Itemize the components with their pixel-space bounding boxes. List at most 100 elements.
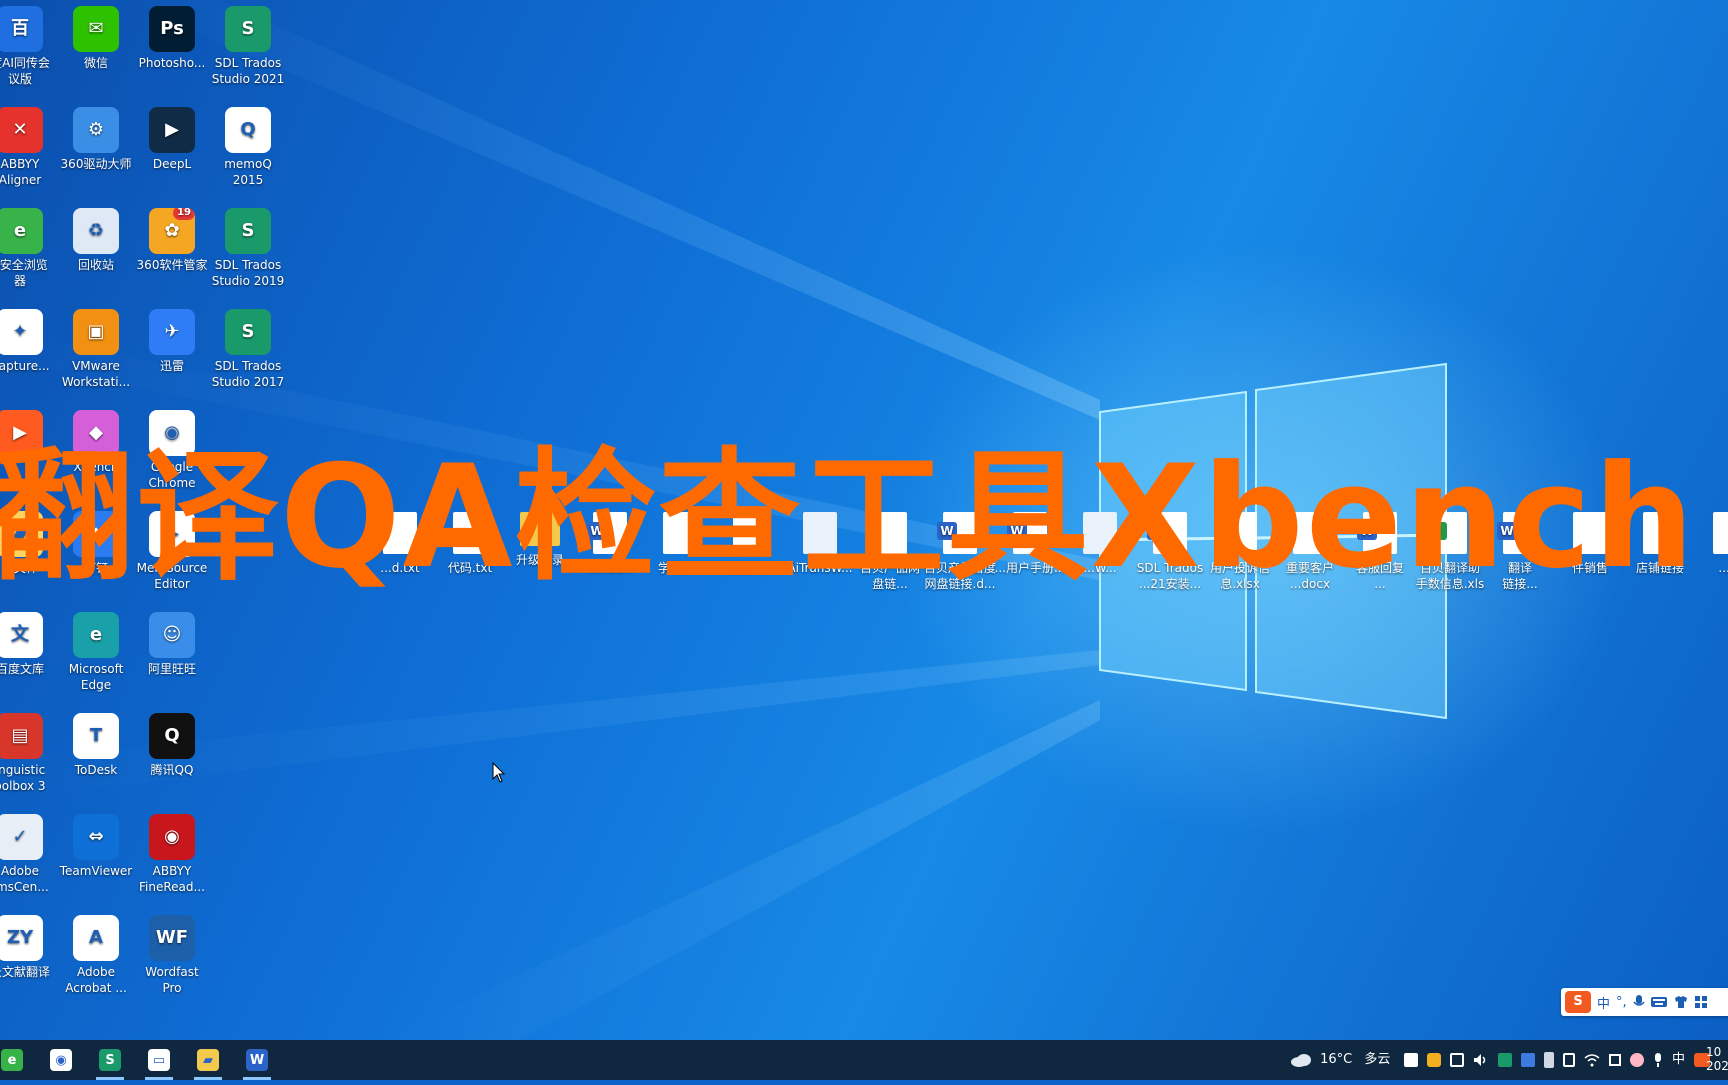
skin-icon[interactable] <box>1673 995 1689 1009</box>
desktop-icon[interactable]: T ToDesk <box>58 709 134 778</box>
desktop-icon[interactable]: S SDL Trados Studio 2019 <box>210 204 286 289</box>
window-icon: ▭ <box>148 1049 170 1071</box>
desktop-icon-label: inguistic oolbox 3 <box>0 763 46 793</box>
taskbar-app-button[interactable]: ▰ <box>188 1044 228 1080</box>
microphone-icon[interactable] <box>1633 994 1645 1010</box>
clock[interactable]: 10 202 <box>1706 1045 1728 1085</box>
desktop-icon[interactable]: ✦ Capture... <box>0 305 58 374</box>
photoshop-icon: Ps <box>149 6 195 52</box>
taskbar-app-button[interactable]: ◉ <box>41 1044 81 1076</box>
tray-microphone-icon[interactable] <box>1653 1053 1663 1067</box>
tray-wps-icon[interactable] <box>1521 1053 1535 1067</box>
wordfast-icon: WF <box>149 915 195 961</box>
tray-app-icon[interactable] <box>1404 1053 1418 1067</box>
desktop-icon[interactable]: Q 腾讯QQ <box>134 709 210 778</box>
recycle-bin-icon: ♻ <box>73 208 119 254</box>
tray-trados-icon[interactable] <box>1498 1053 1512 1067</box>
desktop-icon[interactable]: A Adobe Acrobat ... <box>58 911 134 996</box>
trados-icon: S <box>225 208 271 254</box>
desktop-icon-label: 百度文库 <box>0 662 44 676</box>
desktop-icon[interactable]: S SDL Trados Studio 2017 <box>210 305 286 390</box>
trados-icon: S <box>225 6 271 52</box>
abbyy-aligner-icon: ✕ <box>0 107 43 153</box>
desktop-icon[interactable]: ✕ ABBYY Aligner <box>0 103 58 188</box>
weather-widget[interactable]: 16°C 多云 <box>1290 1040 1390 1080</box>
aliwangwang-icon: ☺ <box>149 612 195 658</box>
ime-lang-toggle[interactable]: 中 <box>1597 993 1610 1012</box>
desktop-icon[interactable]: ✓ Adobe rmsCen... <box>0 810 58 895</box>
weather-temp: 16°C <box>1320 1052 1353 1067</box>
taskbar-app-button[interactable]: W <box>237 1044 277 1080</box>
360-software-icon: ✿ 19 <box>149 208 195 254</box>
desktop-icon[interactable]: ▶ DeepL <box>134 103 210 172</box>
desktop-icon-label: Microsoft Edge <box>68 662 124 692</box>
desktop-icon[interactable]: ♻ 回收站 <box>58 204 134 273</box>
ime-punct-toggle[interactable]: °, <box>1616 995 1627 1010</box>
desktop-icon-label: SDL Trados Studio 2021 <box>211 56 285 86</box>
ime-toolbar[interactable]: S 中 °, <box>1561 988 1728 1016</box>
tray-flower-icon[interactable] <box>1630 1053 1644 1067</box>
desktop-icon-label: ABBYY Aligner <box>0 157 42 187</box>
system-tray: 中 <box>1404 1040 1711 1080</box>
tray-shield-icon[interactable] <box>1427 1053 1441 1067</box>
notification-badge: 19 <box>173 208 195 220</box>
taskbar-app-button[interactable]: ▭ <box>139 1044 179 1080</box>
volume-icon[interactable] <box>1473 1053 1489 1067</box>
desktop-icon-label: Photosho... <box>138 56 206 70</box>
desktop-icon[interactable]: ZY 云文献翻译 <box>0 911 58 980</box>
taskbar-app-button[interactable]: S <box>90 1044 130 1080</box>
desktop-icon[interactable]: ✉ 微信 <box>58 2 134 71</box>
desktop-icon-label: Wordfast Pro <box>145 965 199 995</box>
trados-icon: S <box>225 309 271 355</box>
desktop-icon-label: 阿里旺旺 <box>147 662 196 676</box>
desktop-icon[interactable]: ▣ VMware Workstati... <box>58 305 134 390</box>
tray-network-icon[interactable] <box>1450 1053 1464 1067</box>
video-title-overlay: 翻译QA检查工具Xbench <box>0 438 1697 598</box>
desktop-icon[interactable]: ◉ ABBYY FineRead... <box>134 810 210 895</box>
desktop-icon-label: TeamViewer <box>59 864 133 878</box>
capture-icon: ✦ <box>0 309 43 355</box>
desktop-icon-label: 云文献翻译 <box>0 965 50 979</box>
desktop-icon-label: 0安全浏览 器 <box>0 258 48 288</box>
desktop-icon[interactable]: e Microsoft Edge <box>58 608 134 693</box>
grid-menu-icon[interactable] <box>1694 996 1707 1008</box>
desktop-icon[interactable]: 文百度文库 <box>0 608 58 677</box>
adobe-forms-icon: ✓ <box>0 814 43 860</box>
desktop-icon-label: 腾讯QQ <box>150 763 194 777</box>
deepl-icon: ▶ <box>149 107 195 153</box>
tray-ime-lang[interactable]: 中 <box>1672 1040 1685 1080</box>
word-icon: W <box>246 1049 268 1071</box>
desktop-icon[interactable]: WF Wordfast Pro <box>134 911 210 996</box>
desktop-icon[interactable]: Ps Photosho... <box>134 2 210 71</box>
desktop-icon[interactable]: 百度AI同传会 议版 <box>0 2 58 87</box>
desktop-icon[interactable]: ✿ 19 360软件管家 <box>134 204 210 273</box>
desktop-icon[interactable]: ☺ 阿里旺旺 <box>134 608 210 677</box>
file-explorer-icon: ▰ <box>197 1049 219 1071</box>
desktop-icon[interactable]: S SDL Trados Studio 2021 <box>210 2 286 87</box>
desktop-icon-label: VMware Workstati... <box>61 359 131 389</box>
desktop-icon[interactable]: e 0安全浏览 器 <box>0 204 58 289</box>
desktop-icon-label: Adobe Acrobat ... <box>65 965 127 995</box>
desktop-icon[interactable]: ⇔ TeamViewer <box>58 810 134 879</box>
xunlei-icon: ✈ <box>149 309 195 355</box>
360-browser-icon: e <box>1 1049 23 1071</box>
abbyy-finereader-icon: ◉ <box>149 814 195 860</box>
desktop-icon[interactable]: QmemoQ 2015 <box>210 103 286 188</box>
baidu-wenku-icon: 文 <box>0 612 43 658</box>
tray-device-icon[interactable] <box>1544 1052 1554 1068</box>
wifi-icon[interactable] <box>1584 1053 1600 1067</box>
tray-usb-icon[interactable] <box>1563 1053 1575 1067</box>
desktop-icon[interactable]: ▤ inguistic oolbox 3 <box>0 709 58 794</box>
desktop-icon[interactable]: ⚙ 360驱动大师 <box>58 103 134 172</box>
desktop-icon-label: SDL Trados Studio 2019 <box>211 258 285 288</box>
desktop-icon-label: DeepL <box>152 157 192 171</box>
todesk-icon: T <box>73 713 119 759</box>
tray-window-icon[interactable] <box>1609 1054 1621 1066</box>
desktop-icon-label: memoQ 2015 <box>224 157 272 187</box>
keyboard-icon[interactable] <box>1650 996 1667 1008</box>
wechat-icon: ✉ <box>73 6 119 52</box>
desktop-icon[interactable]: ✈ 迅雷 <box>134 305 210 374</box>
360-browser-icon: e <box>0 208 43 254</box>
taskbar-app-button[interactable]: e <box>0 1044 32 1076</box>
desktop-icon-label: Capture... <box>0 359 50 373</box>
